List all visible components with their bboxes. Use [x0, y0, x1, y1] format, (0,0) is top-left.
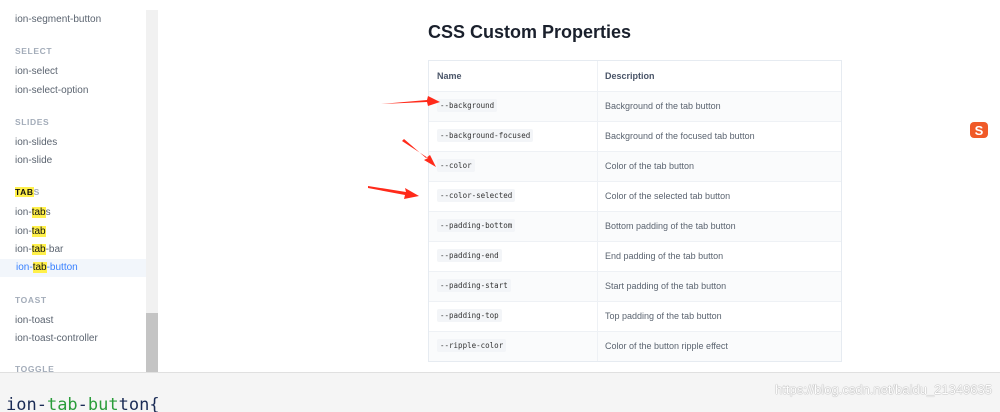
- property-code: --color: [437, 159, 475, 172]
- snippet-part: tab: [46, 395, 78, 412]
- property-code: --background-focused: [437, 129, 534, 142]
- column-divider: [597, 92, 598, 121]
- search-highlight: tab: [31, 244, 46, 255]
- table-header-row: Name Description: [429, 61, 841, 91]
- property-name: --padding-bottom: [437, 219, 516, 232]
- table-row: --padding-bottom Bottom padding of the ta…: [429, 211, 841, 241]
- property-code: --padding-end: [437, 249, 502, 262]
- snippet-part: -: [77, 395, 88, 412]
- property-description: Color of the tab button: [605, 161, 695, 171]
- table-row: --padding-start Start padding of the tab …: [429, 271, 841, 301]
- search-highlight: TAB: [15, 187, 34, 197]
- sidebar-heading-select: SELECT: [15, 46, 53, 56]
- arrow-icon: [368, 186, 419, 199]
- label-prefix: ion-: [15, 226, 32, 237]
- sidebar-item-ion-tab[interactable]: ion-tab: [15, 226, 46, 237]
- column-divider: [597, 152, 598, 181]
- column-divider: [597, 272, 598, 301]
- search-highlight: tab: [32, 262, 47, 273]
- property-name: --padding-end: [437, 249, 502, 262]
- property-code: --padding-start: [437, 279, 511, 292]
- table-row: --padding-end End padding of the tab butt…: [429, 241, 841, 271]
- label-suffix: s: [45, 207, 51, 218]
- table-row: --background Background of the tab button: [429, 91, 841, 121]
- table-row: --ripple-color Color of the button ripple…: [429, 331, 841, 361]
- heading-suffix: S: [33, 187, 40, 197]
- property-description: Color of the button ripple effect: [605, 341, 728, 351]
- code-snippet: ion-tab-button{: [6, 395, 160, 412]
- table-row: --padding-top Top padding of the tab butt…: [429, 301, 841, 331]
- property-description: Background of the focused tab button: [605, 131, 755, 141]
- sidebar-heading-toggle: TOGGLE: [15, 364, 55, 372]
- property-description: Top padding of the tab button: [605, 311, 722, 321]
- sidebar-scrollbar-thumb[interactable]: [146, 313, 158, 372]
- sidebar-item-ion-slides[interactable]: ion-slides: [15, 137, 57, 148]
- sogou-s-icon[interactable]: S: [969, 121, 989, 139]
- column-divider: [597, 242, 598, 271]
- label-prefix: ion-: [15, 207, 32, 218]
- snippet-part: but: [87, 395, 119, 412]
- property-description: End padding of the tab button: [605, 251, 724, 261]
- csdn-watermark: https://blog.csdn.net/baidu_21349635: [775, 382, 992, 397]
- column-header-description: Description: [605, 71, 655, 81]
- column-divider: [597, 332, 598, 361]
- table-row: --color-selected Color of the selected ta…: [429, 181, 841, 211]
- sidebar-item-ion-tab-bar[interactable]: ion-tab-bar: [15, 244, 63, 255]
- sidebar-item-ion-toast-controller[interactable]: ion-toast-controller: [15, 333, 98, 344]
- search-highlight: tab: [31, 226, 46, 237]
- property-name: --background-focused: [437, 129, 534, 142]
- sidebar-item-ion-tab-button[interactable]: ion-tab-button: [0, 259, 146, 277]
- section-title: CSS Custom Properties: [428, 22, 632, 42]
- sidebar-item-ion-select-option[interactable]: ion-select-option: [15, 85, 88, 96]
- svg-text:S: S: [975, 123, 984, 138]
- search-highlight: tab: [31, 207, 46, 218]
- sidebar-heading-slides: SLIDES: [15, 117, 50, 127]
- label-suffix: -bar: [45, 244, 64, 255]
- table-row: --color Color of the tab button: [429, 151, 841, 181]
- label-prefix: ion-: [15, 244, 32, 255]
- sidebar-item-ion-tabs[interactable]: ion-tabs: [15, 207, 51, 218]
- property-description: Color of the selected tab button: [605, 191, 731, 201]
- table-row: --background-focused Background of the fo…: [429, 121, 841, 151]
- property-code: --padding-bottom: [437, 219, 516, 232]
- column-divider: [597, 122, 598, 151]
- sidebar-item-ion-segment-button[interactable]: ion-segment-button: [15, 14, 101, 25]
- column-header-name: Name: [437, 71, 462, 81]
- label-prefix: ion-: [16, 262, 33, 273]
- sidebar-item-ion-select[interactable]: ion-select: [15, 66, 58, 77]
- property-description: Bottom padding of the tab button: [605, 221, 736, 231]
- property-code: --padding-top: [437, 309, 502, 322]
- sidebar-item-ion-slide[interactable]: ion-slide: [15, 155, 52, 166]
- sidebar-heading-tabs: TABS: [15, 187, 40, 197]
- snippet-part: {: [149, 395, 160, 412]
- property-name: --color-selected: [437, 189, 516, 202]
- css-properties-table: Name Description --background Background …: [428, 60, 842, 362]
- property-description: Start padding of the tab button: [605, 281, 727, 291]
- snippet-part: ton: [118, 395, 150, 412]
- column-divider: [597, 61, 598, 91]
- property-code: --ripple-color: [437, 339, 507, 352]
- property-description: Background of the tab button: [605, 101, 721, 111]
- property-name: --background: [437, 99, 498, 112]
- property-name: --color: [437, 159, 475, 172]
- sidebar-heading-toast: TOAST: [15, 295, 47, 305]
- sidebar-item-ion-toast[interactable]: ion-toast: [15, 315, 53, 326]
- column-divider: [597, 212, 598, 241]
- column-divider: [597, 302, 598, 331]
- column-divider: [597, 182, 598, 211]
- property-code: --color-selected: [437, 189, 516, 202]
- label-suffix: -button: [46, 262, 78, 273]
- property-name: --ripple-color: [437, 339, 507, 352]
- property-code: --background: [437, 99, 498, 112]
- property-name: --padding-top: [437, 309, 502, 322]
- snippet-part: ion-: [6, 395, 47, 412]
- property-name: --padding-start: [437, 279, 511, 292]
- sidebar-nav: ion-segment-button SELECT ion-select ion…: [0, 0, 146, 372]
